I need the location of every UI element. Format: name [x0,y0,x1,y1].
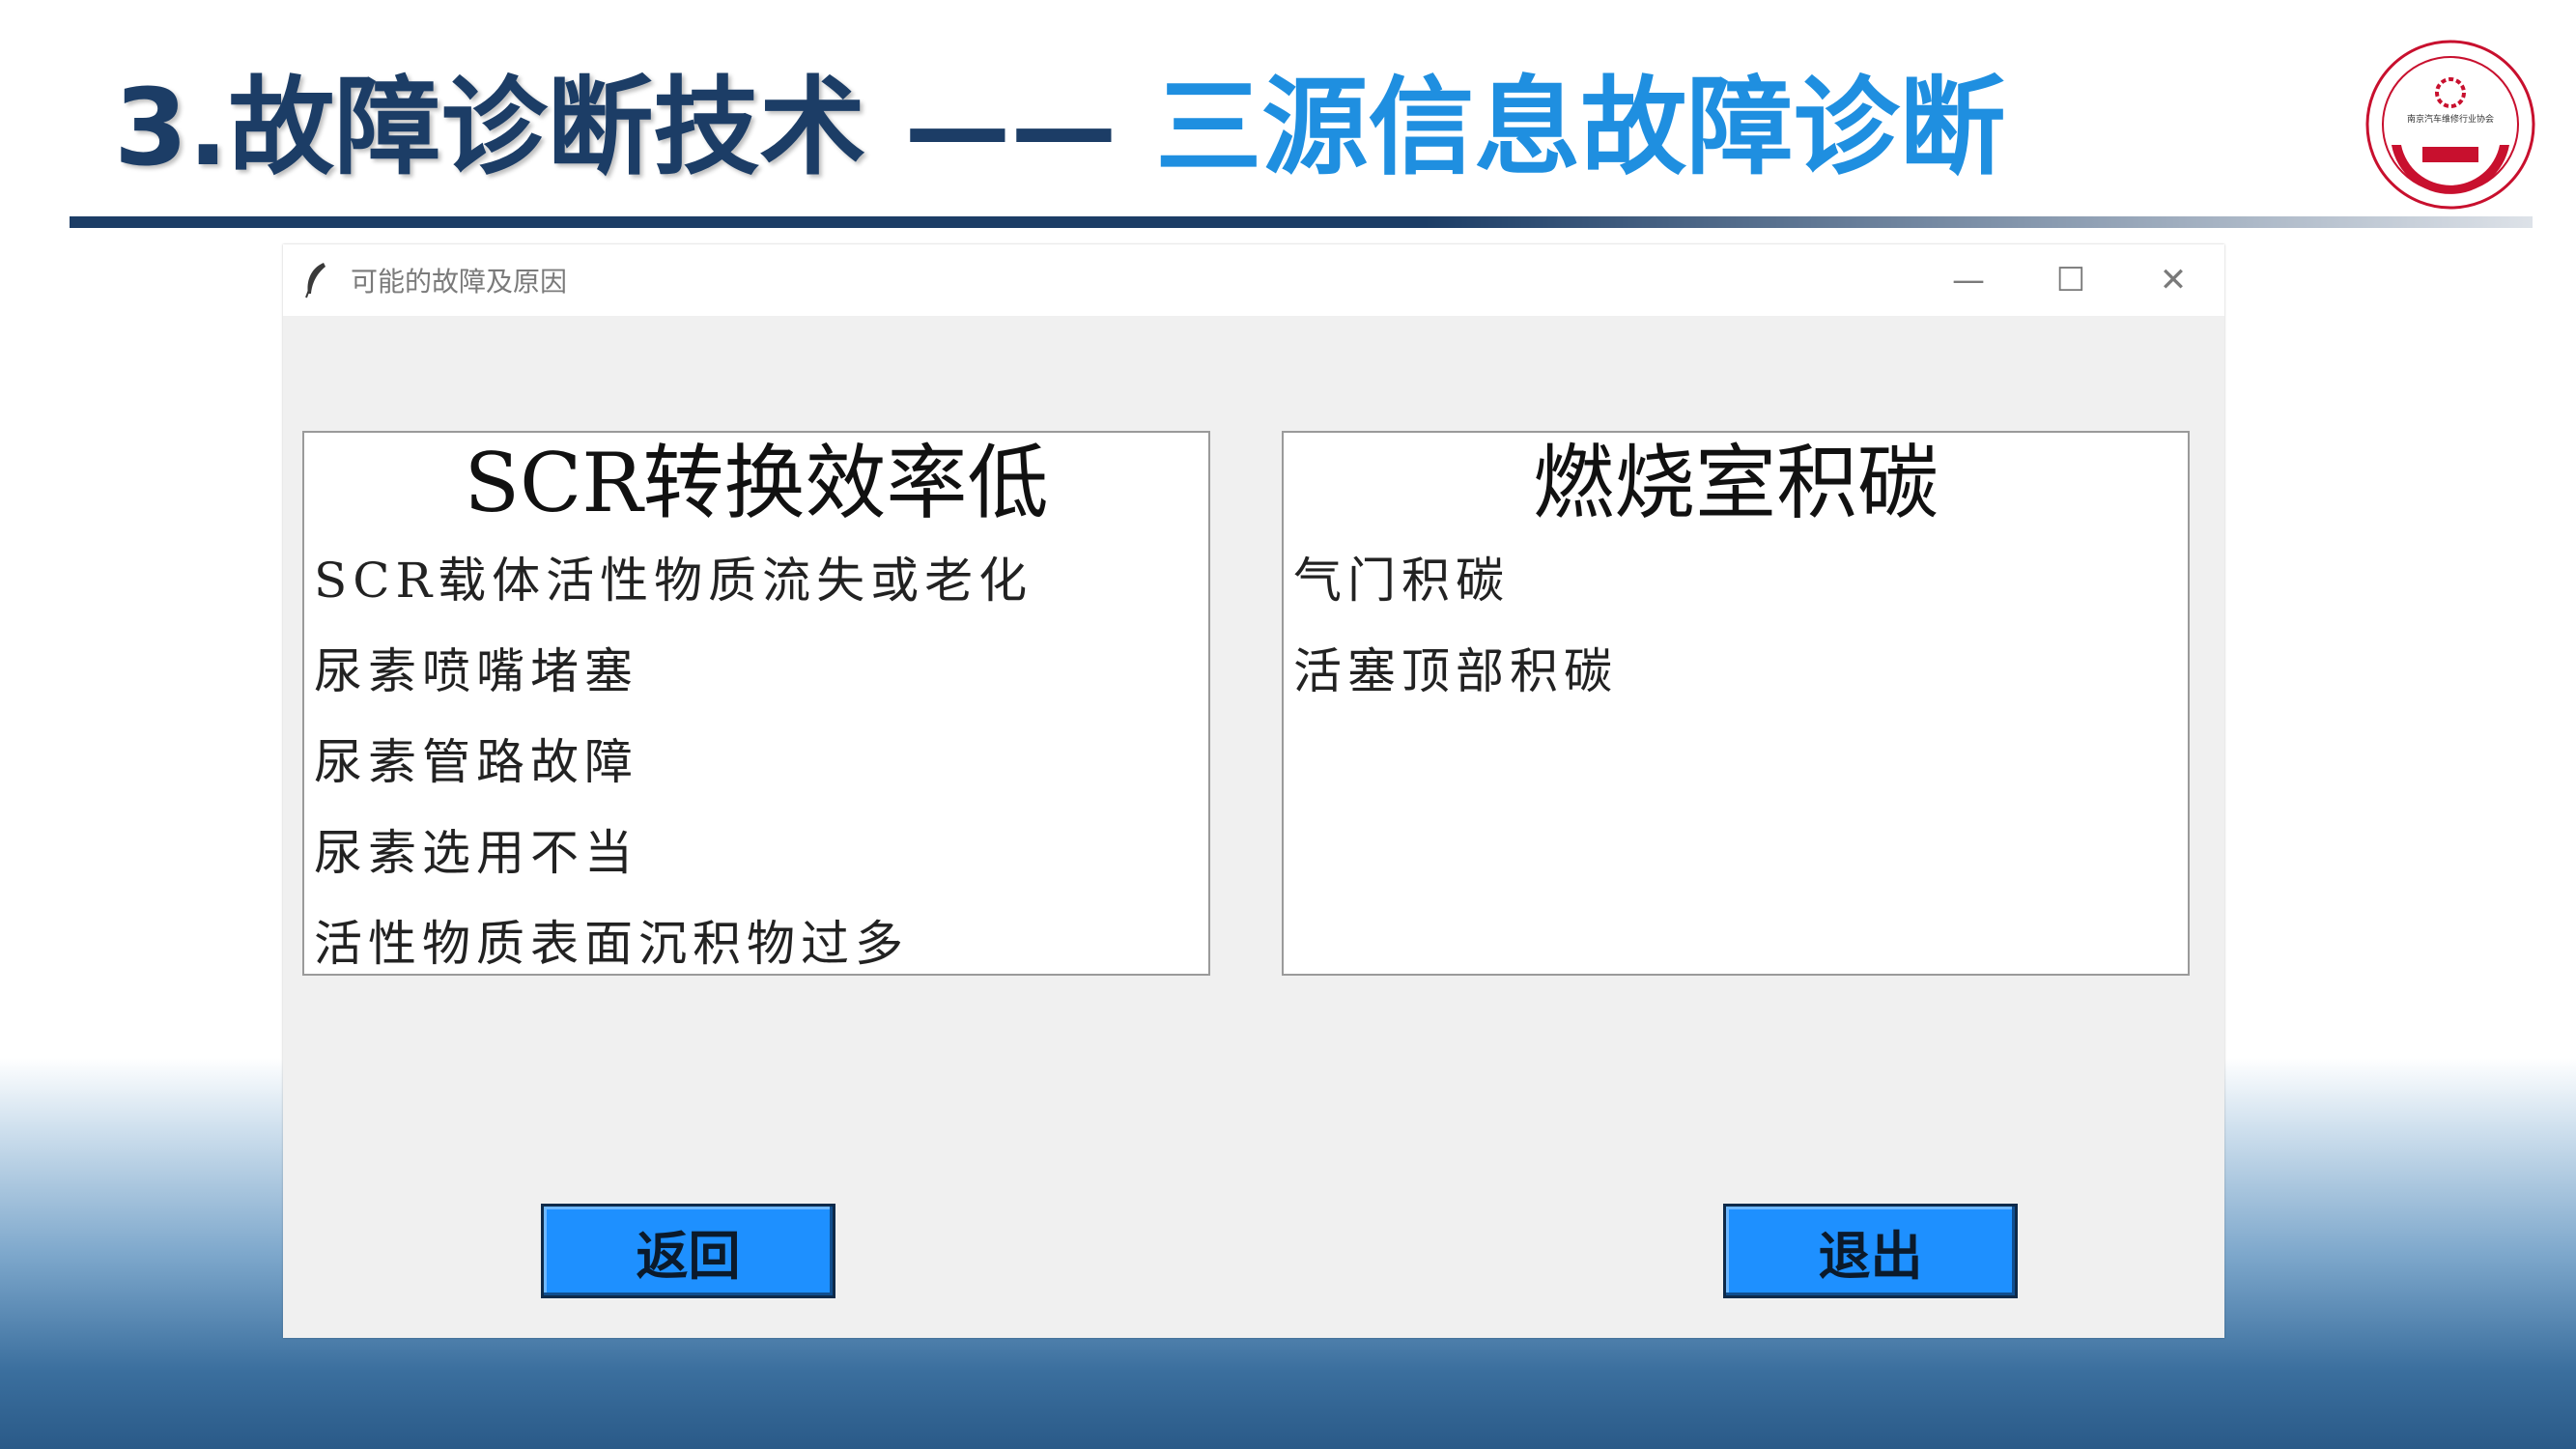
fault-panel-carbon: 燃烧室积碳 气门积碳 活塞顶部积碳 [1282,431,2190,976]
list-item[interactable]: 气门积碳 [1293,535,2188,626]
fault-diagnosis-window: 可能的故障及原因 — ☐ ✕ SCR转换效率低 SCR载体活性物质流失或老化 尿… [283,244,2224,1338]
cause-list: 气门积碳 活塞顶部积碳 [1284,535,2188,717]
window-title: 可能的故障及原因 [351,266,568,298]
window-titlebar[interactable]: 可能的故障及原因 — ☐ ✕ [283,244,2224,316]
slide-title-separator: —— [904,66,1118,189]
title-underline [70,216,2533,228]
slide-title-main: 3.故障诊断技术 [114,66,866,189]
list-item[interactable]: 活性物质表面沉积物过多 [314,898,1208,989]
back-button[interactable]: 返回 [541,1204,835,1298]
window-controls: — ☐ ✕ [1917,244,2224,316]
feather-icon [300,261,333,299]
association-logo: 南京汽车维修行业协会 [2364,39,2536,211]
fault-panel-scr: SCR转换效率低 SCR载体活性物质流失或老化 尿素喷嘴堵塞 尿素管路故障 尿素… [302,431,1210,976]
list-item[interactable]: 尿素喷嘴堵塞 [314,626,1208,717]
list-item[interactable]: 尿素选用不当 [314,808,1208,898]
slide-title-accent: 三源信息故障诊断 [1155,66,2006,189]
slide-title: 3.故障诊断技术 —— 三源信息故障诊断 [114,60,2005,195]
panel-title: 燃烧室积碳 [1532,436,1939,530]
list-item[interactable]: SCR载体活性物质流失或老化 [314,535,1208,626]
maximize-button[interactable]: ☐ [2020,244,2122,316]
panel-title: SCR转换效率低 [464,436,1049,530]
cause-list: SCR载体活性物质流失或老化 尿素喷嘴堵塞 尿素管路故障 尿素选用不当 活性物质… [304,535,1208,989]
close-button[interactable]: ✕ [2122,244,2224,316]
list-item[interactable]: 尿素管路故障 [314,717,1208,808]
list-item[interactable]: 活塞顶部积碳 [1293,626,2188,717]
minimize-button[interactable]: — [1917,244,2020,316]
logo-org-name: 南京汽车维修行业协会 [2407,113,2494,125]
exit-button[interactable]: 退出 [1723,1204,2018,1298]
